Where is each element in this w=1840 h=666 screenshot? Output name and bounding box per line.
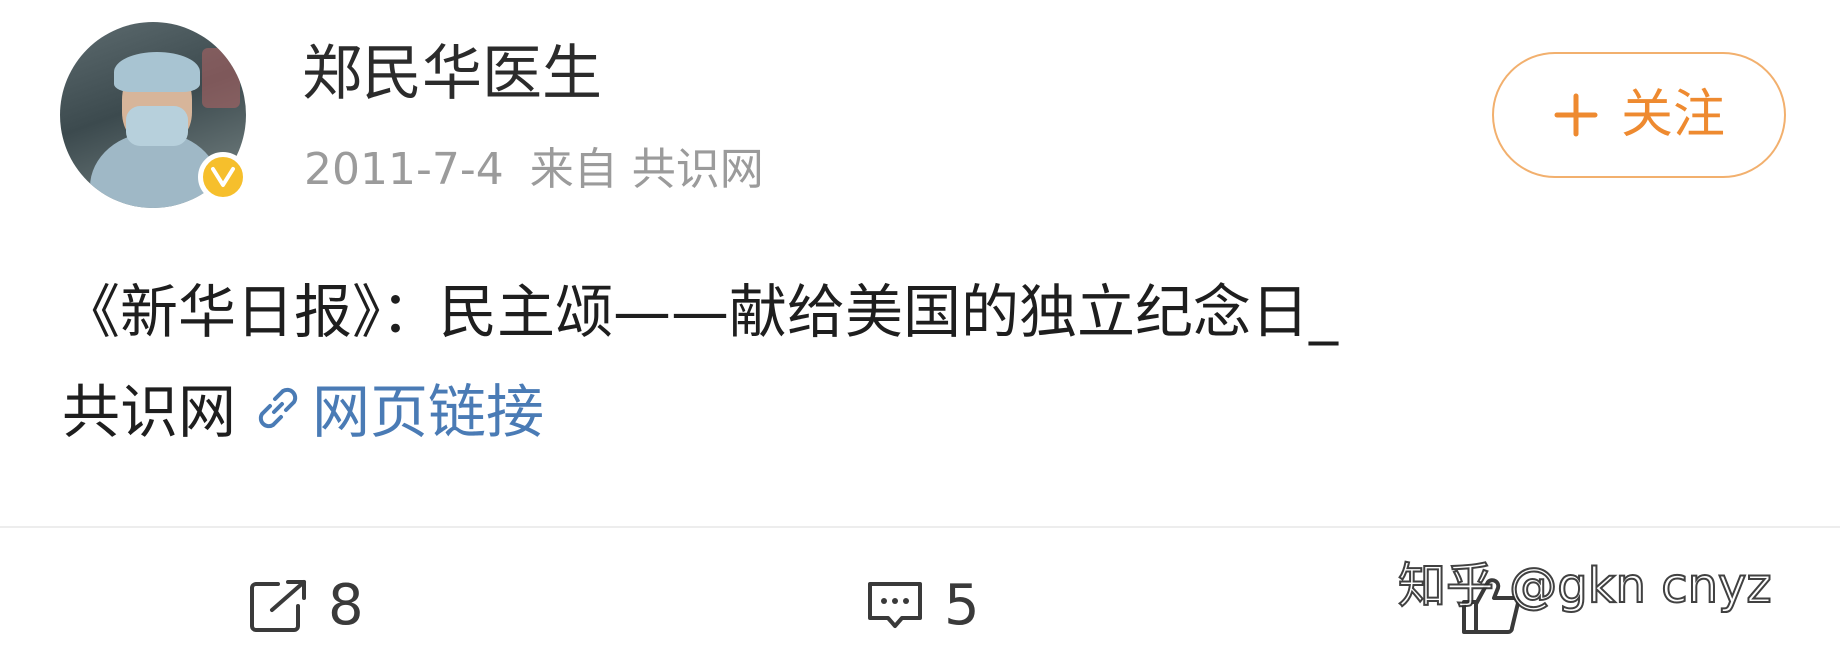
post-text-line-1: 《新华日报》：民主颂——献给美国的独立纪念日_ bbox=[62, 278, 1339, 346]
comment-button[interactable]: 5 bbox=[864, 576, 980, 636]
verified-badge-icon bbox=[198, 152, 248, 202]
plus-icon bbox=[1554, 93, 1598, 137]
action-bar: 8 5 bbox=[0, 528, 1840, 666]
like-button[interactable] bbox=[1460, 576, 1540, 636]
repost-count: 8 bbox=[328, 573, 364, 638]
link-icon bbox=[258, 387, 298, 429]
comment-count: 5 bbox=[944, 573, 980, 638]
follow-label: 关注 bbox=[1620, 85, 1725, 145]
post-date: 2011-7-4 bbox=[304, 144, 504, 195]
web-link[interactable]: 网页链接 bbox=[248, 378, 544, 446]
weibo-post: 郑民华医生 2011-7-4 来自 共识网 关注 《新华日报》：民主颂——献给美国… bbox=[0, 0, 1840, 666]
follow-button[interactable]: 关注 bbox=[1492, 52, 1786, 178]
web-link-label: 网页链接 bbox=[312, 378, 545, 446]
username[interactable]: 郑民华医生 bbox=[302, 38, 602, 110]
share-icon bbox=[250, 580, 306, 632]
repost-button[interactable]: 8 bbox=[248, 576, 364, 636]
post-source: 来自 共识网 bbox=[529, 144, 764, 195]
thumbs-up-icon bbox=[1462, 578, 1521, 634]
post-text-line-2: 共识网 网页链接 bbox=[62, 362, 1762, 462]
comment-icon bbox=[868, 582, 922, 628]
post-content: 《新华日报》：民主颂——献给美国的独立纪念日_ 共识网 网页链接 bbox=[62, 262, 1762, 462]
post-text-source: 共识网 bbox=[62, 378, 237, 446]
post-meta: 2011-7-4 来自 共识网 bbox=[304, 142, 764, 198]
